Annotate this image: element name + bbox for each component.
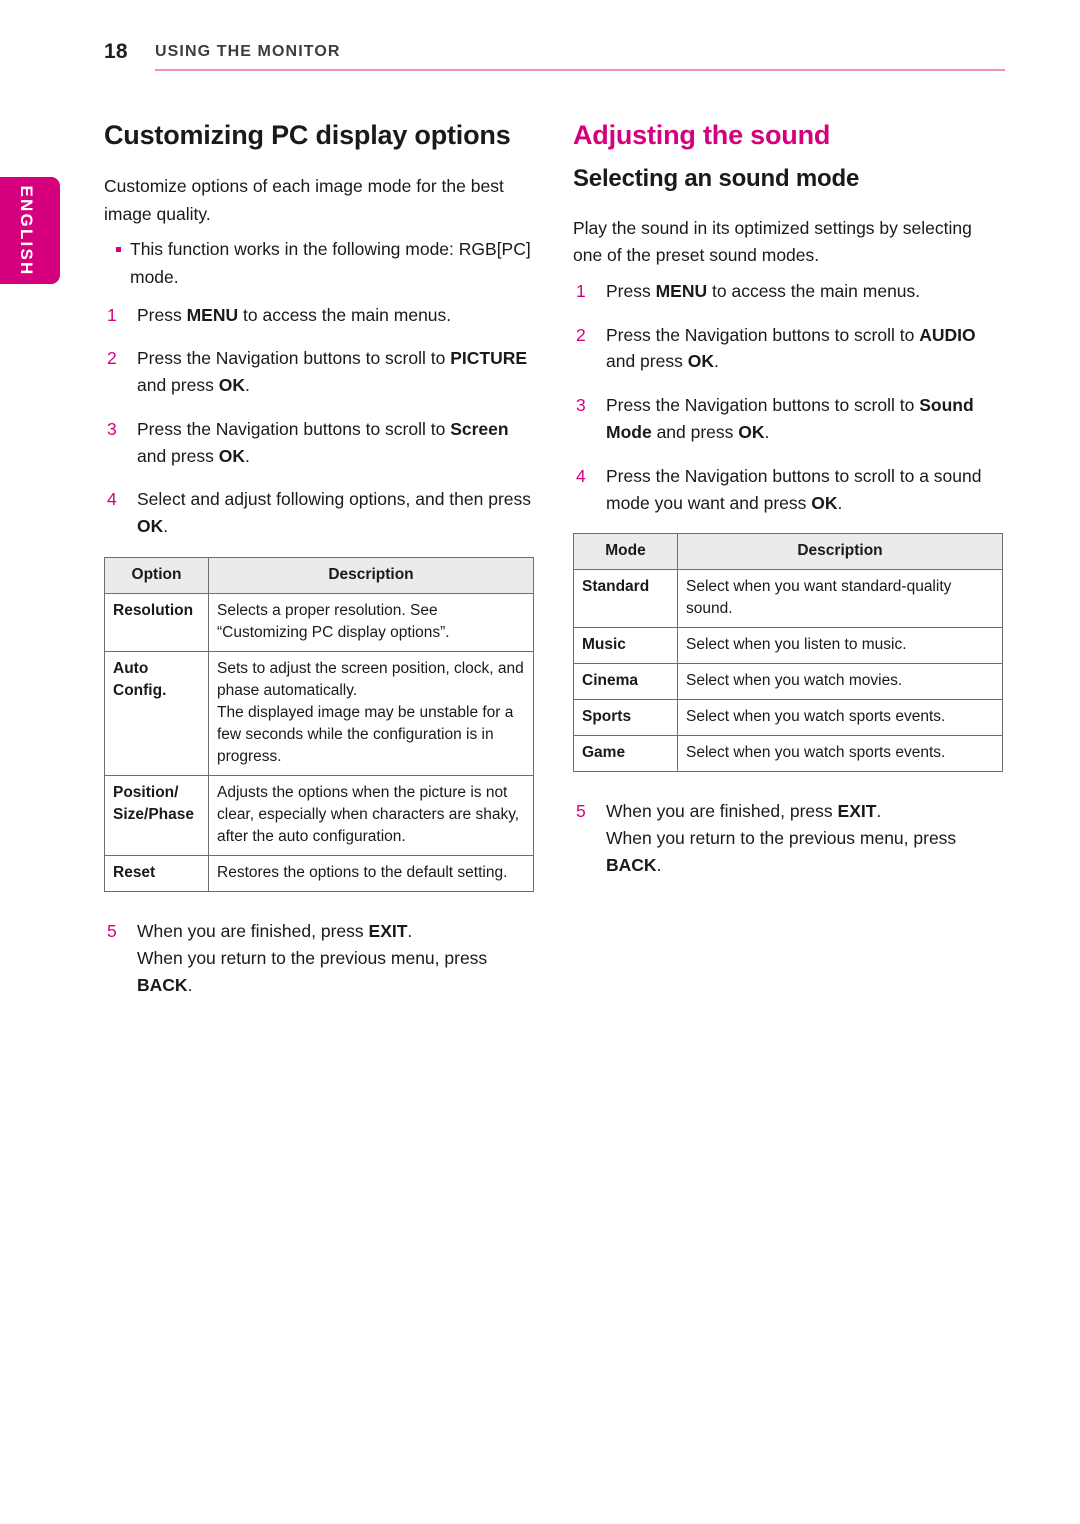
table-row: Position/ Size/Phase Adjusts the options … xyxy=(104,774,534,856)
left-final-step-block: 5 When you are finished, press EXIT. When… xyxy=(104,918,536,998)
table-cell-description: Sets to adjust the screen position, cloc… xyxy=(208,650,534,776)
step-item: 3 Press the Navigation buttons to scroll … xyxy=(573,392,1005,446)
page-number: 18 xyxy=(104,40,128,63)
step-continuation-text: When you return to the previous menu, pr… xyxy=(606,828,957,875)
step-text: When you are finished, press EXIT. xyxy=(606,801,882,822)
table-body: Resolution Selects a proper resolution. S… xyxy=(104,592,534,892)
header-rule-divider xyxy=(155,69,1005,71)
table-cell-description: Select when you watch sports events. xyxy=(677,699,1003,737)
step-item: 4 Press the Navigation buttons to scroll … xyxy=(573,463,1005,517)
step-number: 3 xyxy=(107,418,117,439)
table-cell-key: Auto Config. xyxy=(104,650,209,776)
step-text: Press the Navigation buttons to scroll t… xyxy=(606,395,974,442)
step-number: 4 xyxy=(107,489,117,510)
table-row: Resolution Selects a proper resolution. S… xyxy=(104,592,534,652)
table-cell-key: Cinema xyxy=(573,663,678,701)
page-title: USING THE MONITOR xyxy=(155,43,341,60)
right-column: Adjusting the sound Selecting an sound m… xyxy=(573,120,1005,879)
page-header: 18 USING THE MONITOR xyxy=(0,40,1080,80)
left-note-list: This function works in the following mod… xyxy=(104,236,536,291)
table-head: Option Description xyxy=(104,556,534,594)
right-subsection-title: Selecting an sound mode xyxy=(573,165,860,193)
table-cell-description: Adjusts the options when the picture is … xyxy=(208,774,534,856)
note-item: This function works in the following mod… xyxy=(104,236,536,291)
step-number: 3 xyxy=(576,395,586,416)
table-row: Sports Select when you watch sports event… xyxy=(573,699,1003,737)
table-row: Standard Select when you want standard-qu… xyxy=(573,569,1003,629)
table-cell-description: Select when you listen to music. xyxy=(677,627,1003,665)
step-number: 5 xyxy=(576,801,586,822)
table-cell-description: Select when you want standard-quality so… xyxy=(677,569,1003,629)
step-number: 4 xyxy=(576,465,586,486)
table-header-row: Option Description xyxy=(104,556,534,594)
sound-mode-table: Mode Description Standard Select when you … xyxy=(573,533,1003,773)
left-intro-paragraph: Customize options of each image mode for… xyxy=(104,176,504,224)
right-section-title: Adjusting the sound xyxy=(573,120,831,150)
table-row: Music Select when you listen to music. xyxy=(573,627,1003,665)
step-text: Press MENU to access the main menus. xyxy=(137,304,452,325)
left-section-title: Customizing PC display options xyxy=(104,120,511,150)
left-step-list: 1 Press MENU to access the main menus. 2 Pr… xyxy=(104,302,536,540)
step-item: 3 Press the Navigation buttons to scroll … xyxy=(104,416,536,470)
table-row: Reset Restores the options to the default… xyxy=(104,854,534,892)
table-cell-description: Restores the options to the default sett… xyxy=(208,854,534,892)
left-final-step-list: 5 When you are finished, press EXIT. xyxy=(104,918,536,945)
step-text: Press MENU to access the main menus. xyxy=(606,280,921,301)
step-item: 5 When you are finished, press EXIT. xyxy=(104,918,536,945)
step-text: When you are finished, press EXIT. xyxy=(137,920,413,941)
step-item: 1 Press MENU to access the main menus. xyxy=(573,278,1005,305)
right-step-list: 1 Press MENU to access the main menus. 2 Pr… xyxy=(573,278,1005,516)
step-text: Select and adjust following options, and… xyxy=(137,489,532,537)
table-cell-description: Select when you watch sports events. xyxy=(677,735,1003,773)
pc-display-options-table: Option Description Resolution Selects a pr… xyxy=(104,556,534,892)
table-cell-key: Game xyxy=(573,735,678,773)
step-text: Press the Navigation buttons to scroll t… xyxy=(137,348,528,396)
step-number: 5 xyxy=(107,920,117,941)
step-item: 2 Press the Navigation buttons to scroll … xyxy=(104,345,536,399)
table-cell-key: Resolution xyxy=(104,592,209,652)
table-cell-key: Reset xyxy=(104,854,209,892)
step-item: 5 When you are finished, press EXIT. xyxy=(573,798,1005,825)
table-row: Auto Config. Sets to adjust the screen po… xyxy=(104,650,534,776)
step-number: 2 xyxy=(576,324,586,345)
step-number: 1 xyxy=(576,280,586,301)
table-column-header: Mode xyxy=(573,533,678,571)
table-column-header: Description xyxy=(208,556,534,594)
step-item: 4 Select and adjust following options, an… xyxy=(104,486,536,540)
table-column-header: Option xyxy=(104,556,209,594)
right-intro-paragraph: Play the sound in its optimized settings… xyxy=(573,217,972,266)
step-item: 2 Press the Navigation buttons to scroll … xyxy=(573,322,1005,376)
step-continuation-text: When you return to the previous menu, pr… xyxy=(137,947,488,995)
step-text: Press the Navigation buttons to scroll t… xyxy=(606,324,976,372)
right-final-step-block: 5 When you are finished, press EXIT. When… xyxy=(573,798,1005,878)
table-cell-key: Position/ Size/Phase xyxy=(104,774,209,856)
table-cell-description: Select when you watch movies. xyxy=(677,663,1003,701)
table-head: Mode Description xyxy=(573,533,1003,571)
table-cell-description: Selects a proper resolution. See “Custom… xyxy=(208,592,534,652)
language-tab: ENGLISH xyxy=(0,177,60,284)
table-body: Standard Select when you want standard-qu… xyxy=(573,569,1003,773)
table-cell-key: Sports xyxy=(573,699,678,737)
step-text: Press the Navigation buttons to scroll t… xyxy=(606,465,982,513)
left-column: Customizing PC display options Customize… xyxy=(104,120,536,998)
right-final-step-list: 5 When you are finished, press EXIT. xyxy=(573,798,1005,825)
step-text: Press the Navigation buttons to scroll t… xyxy=(137,418,509,466)
table-column-header: Description xyxy=(677,533,1003,571)
step-number: 2 xyxy=(107,348,117,369)
table-header-row: Mode Description xyxy=(573,533,1003,571)
table-cell-key: Standard xyxy=(573,569,678,629)
step-item: 1 Press MENU to access the main menus. xyxy=(104,302,536,329)
step-number: 1 xyxy=(107,304,117,325)
language-tab-label: ENGLISH xyxy=(17,185,36,276)
table-row: Game Select when you watch sports events. xyxy=(573,735,1003,773)
table-row: Cinema Select when you watch movies. xyxy=(573,663,1003,701)
table-cell-key: Music xyxy=(573,627,678,665)
